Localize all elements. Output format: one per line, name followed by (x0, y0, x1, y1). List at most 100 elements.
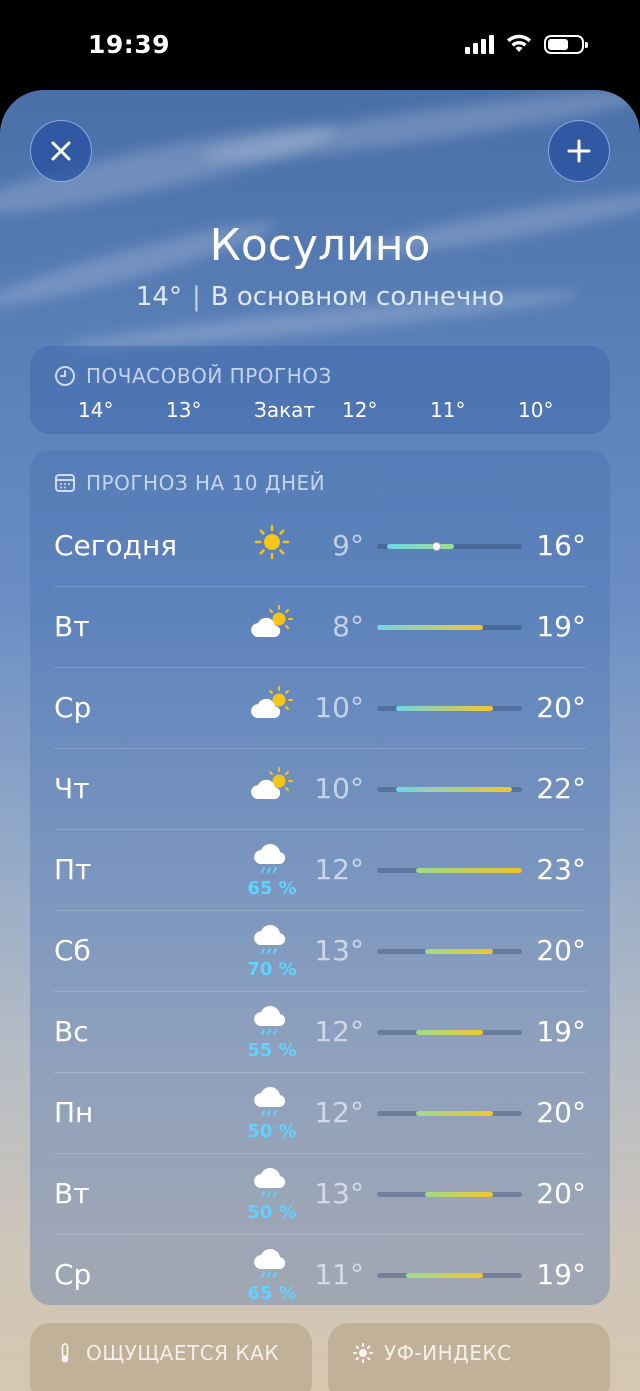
temp-range-bar (377, 1192, 522, 1197)
rain-icon: 65 % (242, 842, 302, 899)
day-label: Вт (54, 1177, 90, 1210)
forecast-day-row[interactable]: Чт 10° 22° (54, 748, 586, 829)
uv-index-header: УФ-ИНДЕКС (328, 1323, 610, 1365)
temp-range-fill (396, 787, 513, 792)
temp-range-bar (377, 1111, 522, 1116)
high-temp: 19° (536, 1258, 586, 1291)
thermometer-icon (61, 1343, 69, 1363)
add-button[interactable] (548, 120, 610, 182)
day-label: Сегодня (54, 529, 178, 562)
temp-range-fill (415, 1030, 484, 1035)
temp-range-bar (377, 787, 522, 792)
day-label: Пн (54, 1096, 94, 1129)
temp-range-fill (415, 1111, 493, 1116)
day-label: Ср (54, 691, 92, 724)
hourly-item: 11° (430, 398, 466, 422)
hourly-item: 12° (342, 398, 378, 422)
temp-range-fill (377, 625, 484, 630)
temp-range-fill (415, 868, 522, 873)
high-temp: 19° (536, 1015, 586, 1048)
precipitation-probability: 55 % (247, 1040, 297, 1061)
hourly-item: 10° (518, 398, 554, 422)
status-icons (465, 34, 588, 54)
precipitation-probability: 50 % (247, 1202, 297, 1223)
partly-cloudy-icon (242, 765, 302, 821)
sun-icon (242, 522, 302, 578)
low-temp: 13° (314, 1177, 364, 1210)
temp-range-bar (377, 1273, 522, 1278)
ten-day-forecast-title: ПРОГНОЗ НА 10 ДНЕЙ (86, 471, 326, 495)
day-label: Сб (54, 934, 91, 967)
forecast-day-row[interactable]: Вс 55 % 12° 19° (54, 991, 586, 1072)
hourly-forecast-title: ПОЧАСОВОЙ ПРОГНОЗ (86, 364, 332, 388)
forecast-day-row[interactable]: Пт 65 % 12° 23° (54, 829, 586, 910)
feels-like-card[interactable]: ОЩУЩАЕТСЯ КАК (30, 1323, 312, 1391)
high-temp: 16° (536, 529, 586, 562)
hourly-item: 13° (166, 398, 202, 422)
close-icon (51, 141, 71, 161)
temp-range-bar (377, 949, 522, 954)
close-button[interactable] (30, 120, 92, 182)
forecast-day-row[interactable]: Ср 65 % 11° 19° (54, 1234, 586, 1305)
temp-range-fill (425, 1192, 493, 1197)
feels-like-header: ОЩУЩАЕТСЯ КАК (30, 1323, 312, 1365)
clock-icon (55, 366, 75, 386)
forecast-day-row[interactable]: Пн 50 % 12° 20° (54, 1072, 586, 1153)
ten-day-forecast-header: ПРОГНОЗ НА 10 ДНЕЙ (30, 450, 610, 498)
feels-like-title: ОЩУЩАЕТСЯ КАК (86, 1341, 280, 1365)
temp-range-bar (377, 706, 522, 711)
precipitation-probability: 70 % (247, 959, 297, 980)
temp-range-fill (406, 1273, 484, 1278)
ten-day-forecast-card: ПРОГНОЗ НА 10 ДНЕЙ Сегодня 9° 16° Вт 8° 19° Ср… (30, 450, 610, 1305)
rain-icon: 65 % (242, 1247, 302, 1304)
temp-range-fill (396, 706, 493, 711)
high-temp: 20° (536, 1096, 586, 1129)
forecast-day-row[interactable]: Ср 10° 20° (54, 667, 586, 748)
temp-range-fill (386, 544, 455, 549)
uv-index-title: УФ-ИНДЕКС (384, 1341, 512, 1365)
hourly-item: 14° (78, 398, 114, 422)
current-summary: 14° | В основном солнечно (0, 282, 640, 312)
low-temp: 12° (314, 1096, 364, 1129)
forecast-day-row[interactable]: Вт 50 % 13° 20° (54, 1153, 586, 1234)
rain-icon: 50 % (242, 1166, 302, 1223)
temp-range-bar (377, 1030, 522, 1035)
wifi-icon (507, 34, 531, 52)
day-label: Вс (54, 1015, 89, 1048)
day-label: Ср (54, 1258, 92, 1291)
low-temp: 10° (314, 691, 364, 724)
status-time: 19:39 (88, 30, 171, 59)
hourly-forecast-card[interactable]: ПОЧАСОВОЙ ПРОГНОЗ 14° 13° Закат 12° 11° 10° (30, 346, 610, 434)
rain-icon: 55 % (242, 1004, 302, 1061)
hourly-forecast-header: ПОЧАСОВОЙ ПРОГНОЗ (30, 346, 610, 388)
day-label: Пт (54, 853, 92, 886)
precipitation-probability: 50 % (247, 1121, 297, 1142)
temp-range-fill (425, 949, 493, 954)
high-temp: 19° (536, 610, 586, 643)
low-temp: 8° (332, 610, 364, 643)
forecast-day-row[interactable]: Вт 8° 19° (54, 586, 586, 667)
hourly-item: Закат (254, 398, 316, 422)
temp-range-bar (377, 625, 522, 630)
forecast-day-row[interactable]: Сб 70 % 13° 20° (54, 910, 586, 991)
low-temp: 11° (314, 1258, 364, 1291)
status-bar: 19:39 (0, 0, 640, 90)
partly-cloudy-icon (242, 603, 302, 659)
high-temp: 20° (536, 691, 586, 724)
current-temp-marker (432, 542, 441, 551)
rain-icon: 70 % (242, 923, 302, 980)
city-name: Косулино (209, 220, 431, 271)
plus-icon (567, 139, 591, 163)
current-temp: 14° (135, 282, 182, 312)
high-temp: 20° (536, 934, 586, 967)
low-temp: 13° (314, 934, 364, 967)
rain-icon: 50 % (242, 1085, 302, 1142)
forecast-day-row[interactable]: Сегодня 9° 16° (54, 506, 586, 586)
precipitation-probability: 65 % (247, 878, 297, 899)
uv-index-card[interactable]: УФ-ИНДЕКС (328, 1323, 610, 1391)
temp-range-bar (377, 868, 522, 873)
temp-range-bar (377, 542, 522, 551)
partly-cloudy-icon (242, 684, 302, 740)
precipitation-probability: 65 % (247, 1283, 297, 1304)
calendar-icon (55, 474, 75, 492)
